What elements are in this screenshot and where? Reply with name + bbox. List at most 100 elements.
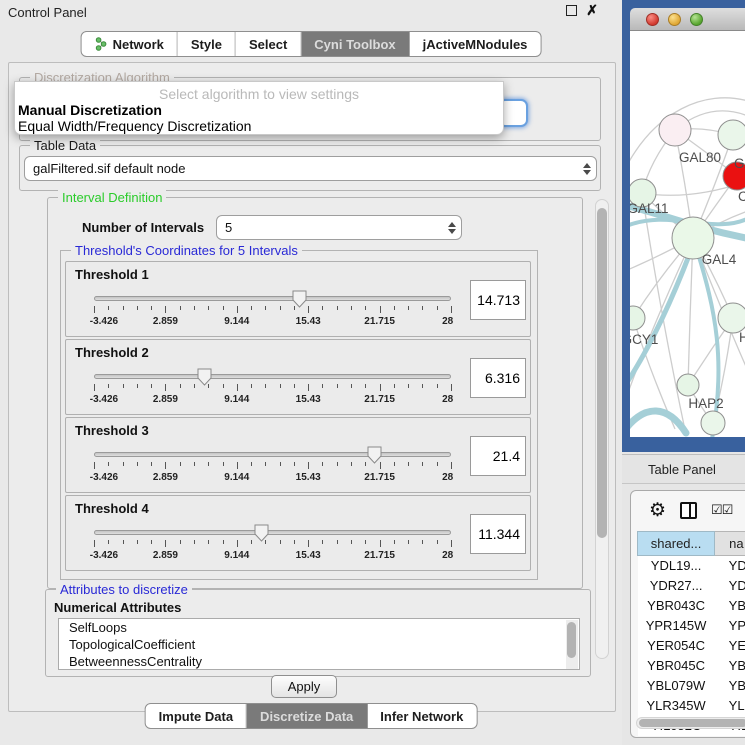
table-toolbar: ⚙ ☑☑	[631, 491, 745, 529]
algorithm-popup: Select algorithm to view settings Manual…	[14, 81, 504, 135]
table-row[interactable]: YLR345WYLR3	[638, 696, 745, 716]
attribute-list-item[interactable]: BetweennessCentrality	[59, 653, 579, 670]
network-icon	[95, 37, 108, 51]
threshold-value-field[interactable]: 6.316	[470, 358, 526, 398]
checkbox-icons[interactable]: ☑☑	[711, 502, 732, 518]
column-header-shared[interactable]: shared...	[638, 532, 715, 556]
threshold-panel-1: Threshold 1 -3.4262.8599.14415.4321.71528…	[65, 261, 531, 337]
algorithm-option[interactable]: Manual Discretization	[18, 102, 162, 118]
network-node[interactable]	[677, 374, 699, 396]
tab-style[interactable]: Style	[178, 32, 236, 56]
settings-scroll-area: Interval Definition Number of Intervals …	[15, 191, 611, 673]
network-window-titlebar[interactable]	[630, 8, 745, 31]
zoom-traffic-light-icon[interactable]	[690, 13, 703, 26]
number-of-intervals-combobox[interactable]: 5	[216, 215, 462, 240]
tab-infer-network[interactable]: Infer Network	[367, 704, 476, 728]
table-row[interactable]: YPR145WYPR1	[638, 616, 745, 636]
threshold-label: Threshold 2	[75, 345, 149, 360]
thresholds-group: Threshold's Coordinates for 5 Intervals …	[60, 250, 538, 580]
threshold-label: Threshold 3	[75, 423, 149, 438]
tab-impute-data[interactable]: Impute Data	[146, 704, 247, 728]
settings-scrollbar[interactable]	[595, 199, 609, 659]
node-table: shared... na YDL19...YDL1YDR27...YDR2YBR…	[637, 531, 745, 736]
attribute-list-item[interactable]: TopologicalCoefficient	[59, 636, 579, 653]
minimize-traffic-light-icon[interactable]	[668, 13, 681, 26]
spinner-arrows-icon	[583, 163, 591, 175]
threshold-value-field[interactable]: 14.713	[470, 280, 526, 320]
float-icon[interactable]	[566, 5, 577, 16]
network-node[interactable]	[630, 306, 645, 330]
close-traffic-light-icon[interactable]	[646, 13, 659, 26]
attribute-list-scrollbar[interactable]	[566, 620, 578, 670]
table-data-value: galFiltered.sif default node	[33, 161, 185, 176]
tab-network[interactable]: Network	[82, 32, 178, 56]
threshold-label: Threshold 4	[75, 501, 149, 516]
threshold-value-field[interactable]: 21.4	[470, 436, 526, 476]
interval-definition-group: Interval Definition Number of Intervals …	[47, 197, 583, 589]
cyni-toolbox-panel: Discretization Algorithm Select algorith…	[8, 62, 616, 712]
table-data-group-title: Table Data	[30, 138, 100, 153]
network-node[interactable]	[718, 120, 745, 150]
network-window: GAL80GACGAL11GAL4GCY1HHAP2	[622, 0, 745, 452]
table-row[interactable]: YDR27...YDR2	[638, 576, 745, 596]
scrollbar-thumb[interactable]	[597, 208, 607, 538]
node-label: GAL11	[630, 201, 669, 216]
algorithm-option[interactable]: Equal Width/Frequency Discretization	[18, 118, 251, 134]
slider-tick-labels: -3.4262.8599.14415.4321.71528	[94, 550, 451, 562]
numerical-attributes-list[interactable]: SelfLoopsTopologicalCoefficientBetweenne…	[58, 618, 580, 670]
slider-track[interactable]	[94, 296, 451, 301]
table-horizontal-scrollbar[interactable]	[636, 717, 745, 729]
slider-track[interactable]	[94, 452, 451, 457]
table-row[interactable]: YER054CYER0	[638, 636, 745, 656]
table-row[interactable]: YBR045CYBR0	[638, 656, 745, 676]
apply-button[interactable]: Apply	[271, 675, 337, 698]
network-graph[interactable]: GAL80GACGAL11GAL4GCY1HHAP2	[630, 31, 745, 437]
tab-discretize-data[interactable]: Discretize Data	[247, 704, 367, 728]
threshold-label: Threshold 1	[75, 267, 149, 282]
slider-track[interactable]	[94, 530, 451, 535]
top-tab-bar: NetworkStyleSelectCyni ToolboxjActiveMNo…	[81, 31, 542, 57]
node-label: HAP2	[688, 396, 723, 411]
table-row[interactable]: YBL079WYBL0	[638, 676, 745, 696]
node-label: GAL80	[679, 150, 721, 165]
thresholds-group-title: Threshold's Coordinates for 5 Intervals	[71, 243, 302, 258]
window-title: Control Panel	[0, 5, 87, 20]
network-node[interactable]	[718, 303, 745, 333]
threshold-panel-3: Threshold 3-3.4262.8599.14415.4321.71528…	[65, 417, 531, 493]
number-of-intervals-value: 5	[225, 220, 232, 235]
node-label: GA	[734, 156, 745, 171]
algorithm-popup-prompt: Select algorithm to view settings	[15, 86, 503, 102]
tab-jactivemnodules[interactable]: jActiveMNodules	[410, 32, 541, 56]
numerical-attributes-label: Numerical Attributes	[54, 600, 181, 615]
slider-track[interactable]	[94, 374, 451, 379]
network-node[interactable]	[701, 411, 725, 435]
slider-ticks	[94, 306, 451, 314]
column-header-name[interactable]: na	[715, 532, 745, 556]
table-data-group: Table Data galFiltered.sif default node	[19, 145, 601, 191]
threshold-value-field[interactable]: 11.344	[470, 514, 526, 554]
close-icon[interactable]: ✗	[586, 5, 598, 16]
bottom-tab-bar: Impute DataDiscretize DataInfer Network	[145, 703, 478, 729]
network-node[interactable]	[659, 114, 691, 146]
table-panel-card: ⚙ ☑☑ shared... na YDL19...YDL1YDR27...YD…	[630, 490, 745, 738]
scrollbar-thumb[interactable]	[639, 719, 745, 727]
tab-select[interactable]: Select	[236, 32, 301, 56]
number-of-intervals-label: Number of Intervals	[82, 220, 204, 235]
gear-icon[interactable]: ⚙	[649, 501, 666, 520]
node-label: GAL4	[702, 252, 737, 267]
tab-cyni-toolbox[interactable]: Cyni Toolbox	[301, 32, 409, 56]
network-canvas[interactable]: GAL80GACGAL11GAL4GCY1HHAP2	[630, 31, 745, 437]
slider-tick-labels: -3.4262.8599.14415.4321.71528	[94, 316, 451, 328]
node-label: H	[739, 330, 745, 345]
node-label: GCY1	[630, 332, 658, 347]
slider-ticks	[94, 540, 451, 548]
attribute-list-item[interactable]: SelfLoops	[59, 619, 579, 636]
page: Control Panel ✗ NetworkStyleSelectCyni T…	[0, 0, 745, 745]
control-panel: Control Panel ✗ NetworkStyleSelectCyni T…	[0, 0, 622, 745]
split-columns-icon[interactable]	[680, 502, 697, 519]
threshold-panel-2: Threshold 2-3.4262.8599.14415.4321.71528…	[65, 339, 531, 415]
table-data-combobox[interactable]: galFiltered.sif default node	[24, 156, 597, 181]
table-row[interactable]: YBR043CYBR0	[638, 596, 745, 616]
table-row[interactable]: YDL19...YDL1	[638, 556, 745, 576]
slider-ticks	[94, 462, 451, 470]
